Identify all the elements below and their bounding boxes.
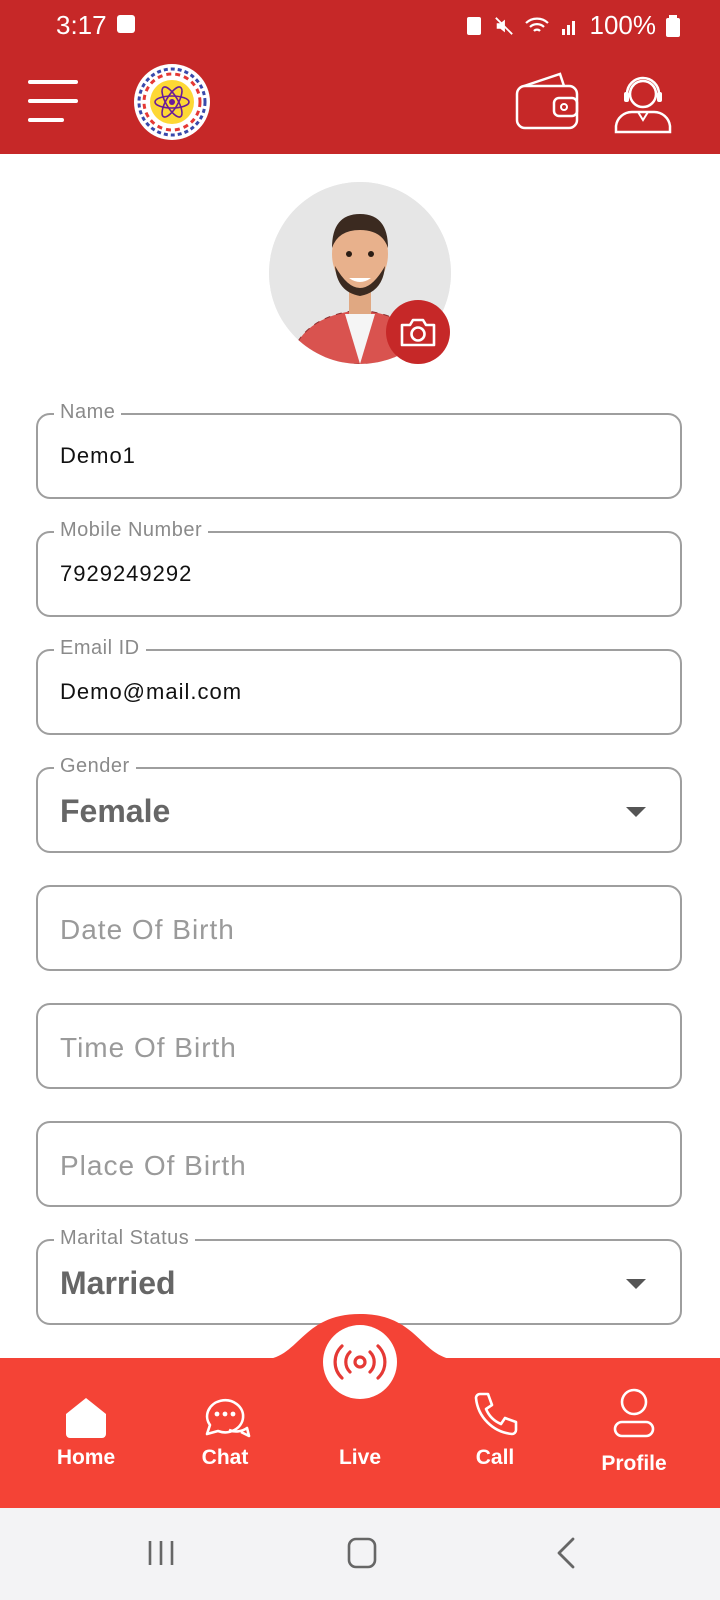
nav-home-label: Home xyxy=(56,1446,116,1469)
phone-icon xyxy=(474,1392,518,1436)
date-of-birth-field[interactable]: Date Of Birth xyxy=(36,885,682,971)
home-button-icon[interactable] xyxy=(346,1536,378,1570)
battery-icon xyxy=(666,14,680,37)
customer-support-icon[interactable] xyxy=(612,72,674,134)
camera-icon xyxy=(400,318,436,347)
signal-icon xyxy=(561,20,575,35)
marital-status-value: Married xyxy=(60,1265,176,1301)
email-label: Email ID xyxy=(54,637,146,660)
place-of-birth-field[interactable]: Place Of Birth xyxy=(36,1121,682,1207)
nav-chat[interactable]: Chat xyxy=(170,1394,280,1470)
marital-status-label: Marital Status xyxy=(54,1227,196,1250)
name-field[interactable]: Name Demo1 xyxy=(36,401,682,499)
gender-select[interactable]: Gender Female xyxy=(36,755,682,853)
home-icon xyxy=(66,1398,106,1438)
status-icons: 100% xyxy=(464,10,680,41)
date-of-birth-placeholder: Date Of Birth xyxy=(60,914,235,945)
time-of-birth-placeholder: Time Of Birth xyxy=(60,1032,237,1063)
mobile-number-label: Mobile Number xyxy=(54,519,209,542)
chevron-down-icon xyxy=(626,1279,646,1289)
wifi-icon xyxy=(524,17,549,32)
app-bar xyxy=(0,52,720,154)
chevron-down-icon xyxy=(626,807,646,817)
email-field[interactable]: Email ID Demo@mail.com xyxy=(36,637,682,735)
place-of-birth-placeholder: Place Of Birth xyxy=(60,1150,247,1181)
change-photo-button[interactable] xyxy=(386,300,450,364)
mobile-number-value: 7929249292 xyxy=(60,561,193,586)
name-value: Demo1 xyxy=(60,443,136,468)
nav-call[interactable]: Call xyxy=(440,1390,550,1470)
nav-live-label: Live xyxy=(338,1446,382,1469)
nav-call-label: Call xyxy=(475,1446,515,1469)
gender-value: Female xyxy=(60,793,171,829)
chat-icon xyxy=(205,1399,251,1438)
nav-profile-label: Profile xyxy=(601,1452,667,1475)
status-time: 3:17 xyxy=(56,10,107,40)
system-navigation-bar xyxy=(0,1508,720,1600)
gender-label: Gender xyxy=(54,755,136,778)
recent-apps-icon[interactable] xyxy=(146,1538,176,1568)
back-icon[interactable] xyxy=(554,1536,578,1570)
nav-live-label-wrap[interactable]: Live xyxy=(305,1446,415,1470)
mute-icon xyxy=(494,16,513,35)
battery-saver-icon xyxy=(466,16,481,35)
status-bar: 3:17 100% xyxy=(0,0,720,52)
battery-percent: 100% xyxy=(589,10,657,40)
live-button[interactable] xyxy=(323,1325,397,1399)
broadcast-icon xyxy=(333,1344,387,1380)
email-value: Demo@mail.com xyxy=(60,679,243,704)
wallet-icon[interactable] xyxy=(514,68,580,132)
app-logo xyxy=(134,64,210,140)
nav-chat-label: Chat xyxy=(201,1446,249,1469)
user-icon xyxy=(613,1388,655,1438)
profile-avatar-section xyxy=(269,182,451,364)
notification-check-icon xyxy=(117,15,135,33)
nav-home[interactable]: Home xyxy=(31,1394,141,1470)
nav-profile[interactable]: Profile xyxy=(579,1386,689,1476)
menu-icon[interactable] xyxy=(28,80,78,122)
time-of-birth-field[interactable]: Time Of Birth xyxy=(36,1003,682,1089)
name-label: Name xyxy=(54,401,122,424)
mobile-number-field[interactable]: Mobile Number 7929249292 xyxy=(36,519,682,617)
